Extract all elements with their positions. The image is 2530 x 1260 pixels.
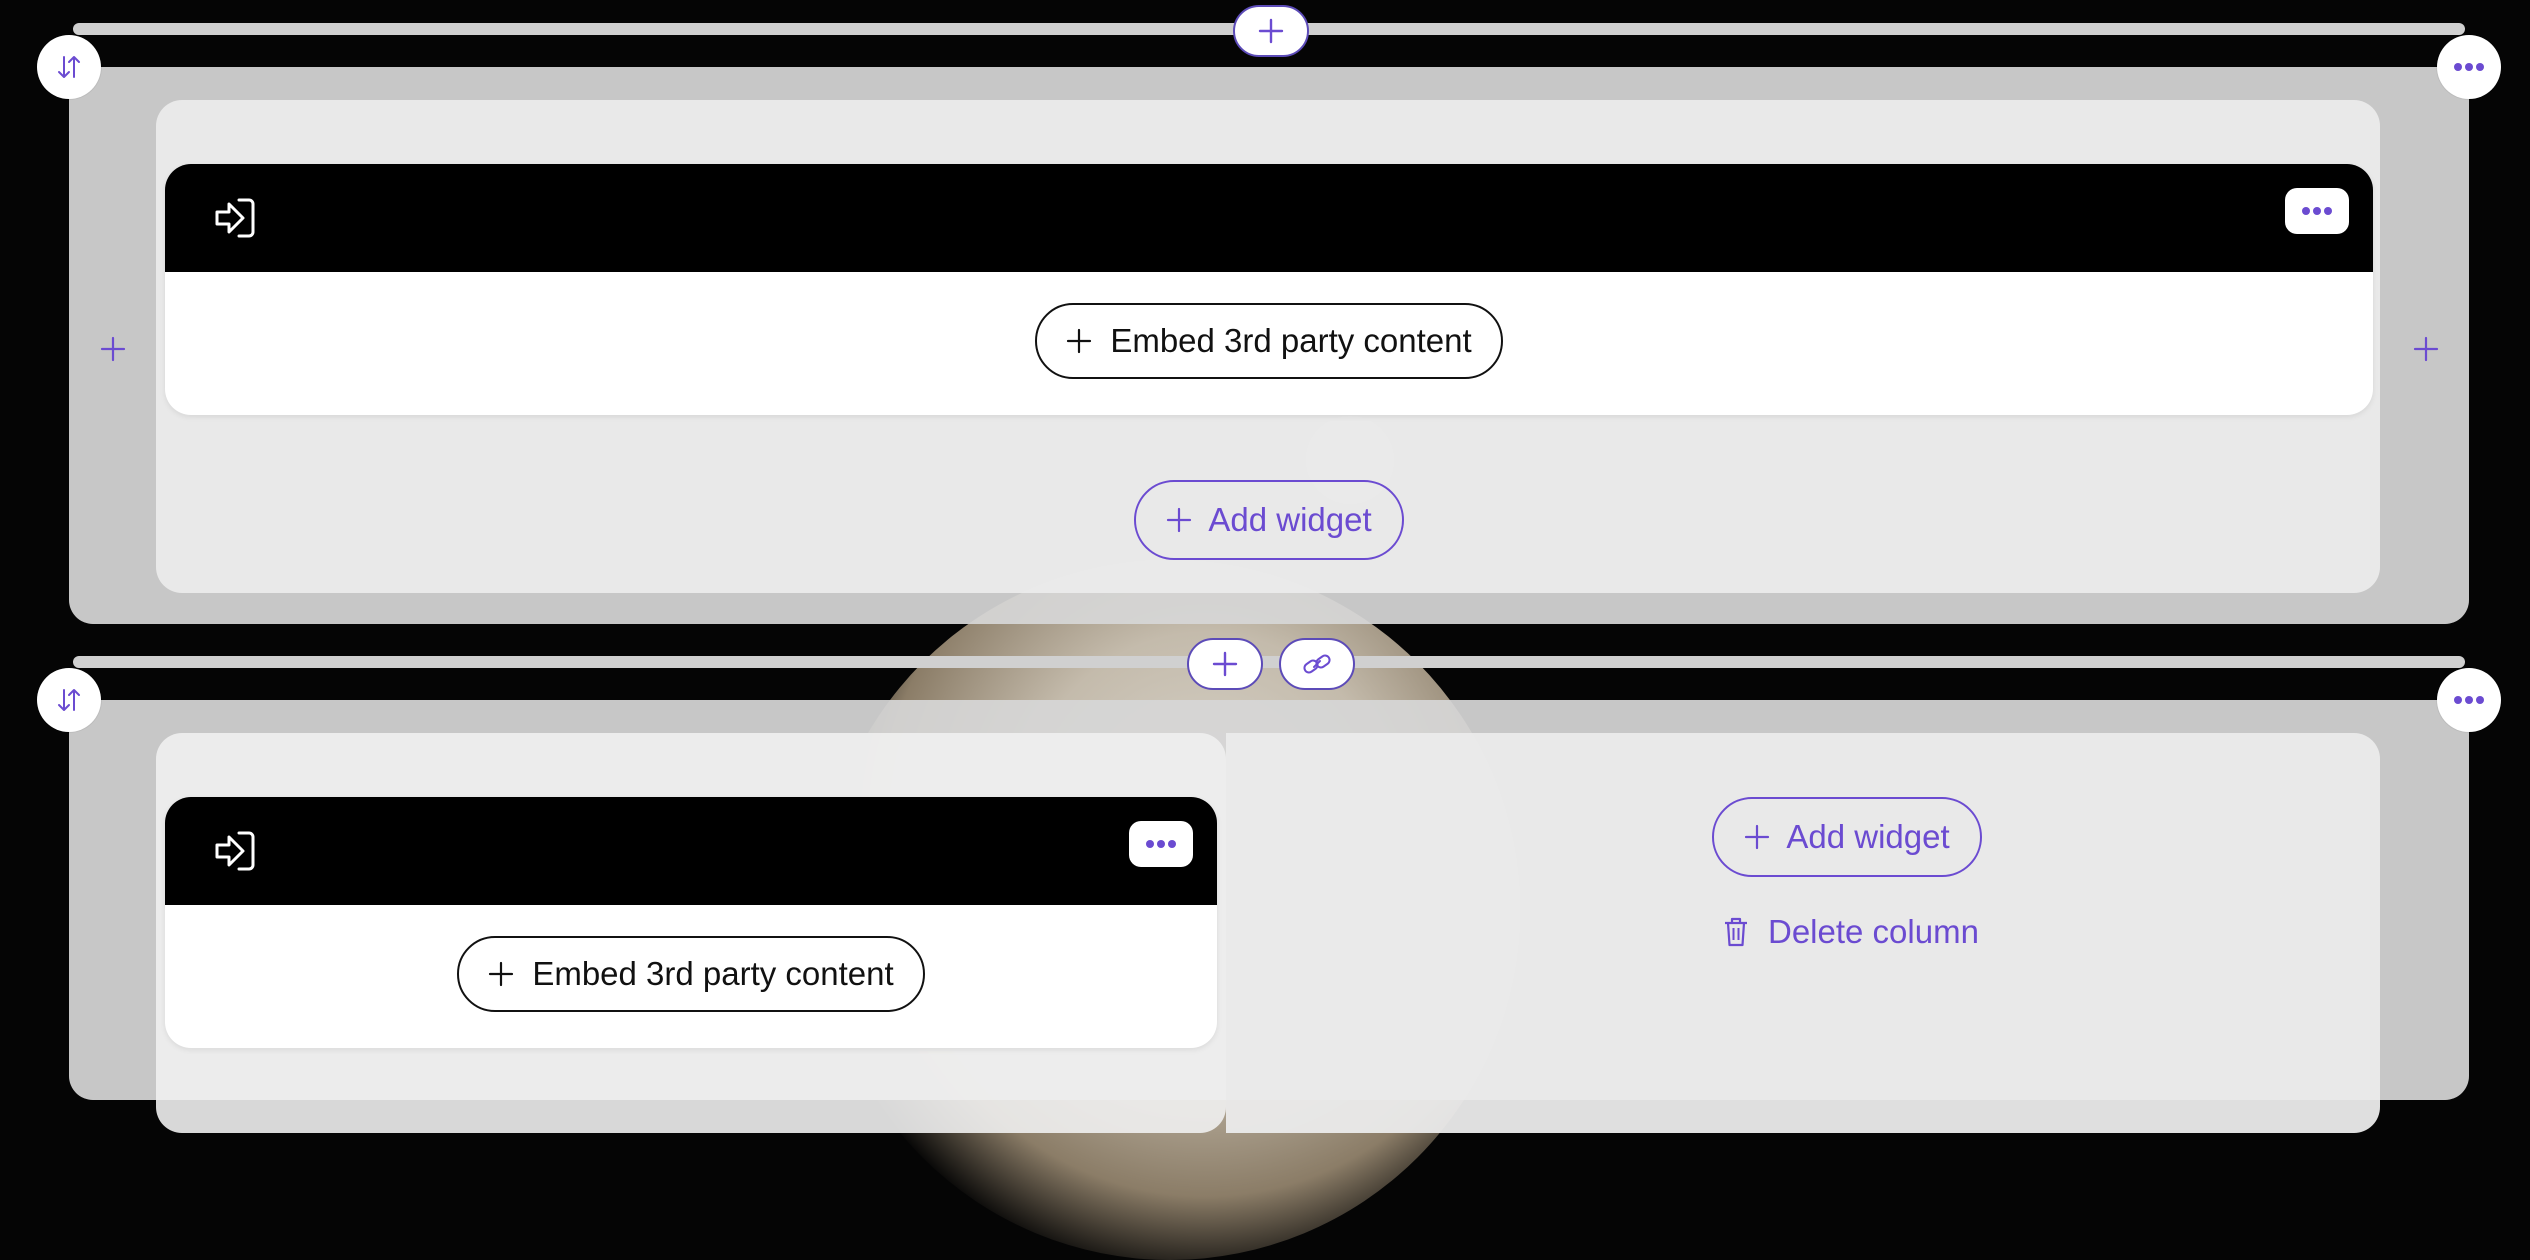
link-section-button[interactable] bbox=[1279, 638, 1355, 690]
more-dots-icon bbox=[2302, 207, 2332, 215]
section-2-top-bar bbox=[73, 656, 2465, 668]
plus-icon bbox=[1067, 328, 1092, 354]
embed-content-label: Embed 3rd party content bbox=[532, 955, 894, 992]
widget-more-button[interactable] bbox=[2285, 188, 2349, 234]
embed-content-button[interactable]: Embed 3rd party content bbox=[1035, 303, 1503, 379]
add-widget-label: Add widget bbox=[1786, 818, 1950, 855]
add-section-button[interactable] bbox=[1233, 5, 1309, 57]
login-arrow-icon bbox=[211, 194, 259, 242]
more-dots-icon bbox=[1146, 840, 1176, 848]
section-more-button[interactable] bbox=[2437, 35, 2501, 99]
plus-icon bbox=[1258, 18, 1284, 44]
reorder-section-button-2[interactable] bbox=[37, 668, 101, 732]
add-section-button-2[interactable] bbox=[1187, 638, 1263, 690]
more-dots-icon bbox=[2454, 63, 2484, 71]
widget-header bbox=[165, 164, 2373, 272]
add-column-left-button[interactable] bbox=[97, 333, 129, 365]
sort-arrows-icon bbox=[58, 56, 80, 78]
plus-icon bbox=[489, 961, 514, 987]
embed-content-button[interactable]: Embed 3rd party content bbox=[457, 936, 925, 1012]
plus-icon bbox=[1212, 651, 1238, 677]
login-arrow-icon bbox=[211, 827, 259, 875]
more-dots-icon bbox=[2454, 696, 2484, 704]
add-widget-label: Add widget bbox=[1208, 501, 1372, 538]
embed-content-label: Embed 3rd party content bbox=[1110, 322, 1472, 359]
widget-more-button[interactable] bbox=[1129, 821, 1193, 867]
add-widget-button-2[interactable]: Add widget bbox=[1712, 797, 1982, 877]
section-more-button-2[interactable] bbox=[2437, 668, 2501, 732]
reorder-section-button[interactable] bbox=[37, 35, 101, 99]
plus-icon bbox=[1745, 824, 1770, 850]
add-column-right-button[interactable] bbox=[2410, 333, 2442, 365]
embed-widget-2: Embed 3rd party content bbox=[165, 797, 1217, 1048]
delete-column-button[interactable]: Delete column bbox=[1722, 913, 1979, 951]
plus-icon bbox=[2413, 336, 2439, 362]
embed-widget: Embed 3rd party content bbox=[165, 164, 2373, 415]
add-widget-button[interactable]: Add widget bbox=[1134, 480, 1404, 560]
trash-icon bbox=[1725, 917, 1747, 947]
plus-icon bbox=[1167, 507, 1192, 533]
sort-arrows-icon bbox=[58, 689, 80, 711]
plus-icon bbox=[100, 336, 126, 362]
widget-header bbox=[165, 797, 1217, 905]
delete-column-label: Delete column bbox=[1768, 913, 1979, 950]
link-icon bbox=[1303, 654, 1331, 674]
